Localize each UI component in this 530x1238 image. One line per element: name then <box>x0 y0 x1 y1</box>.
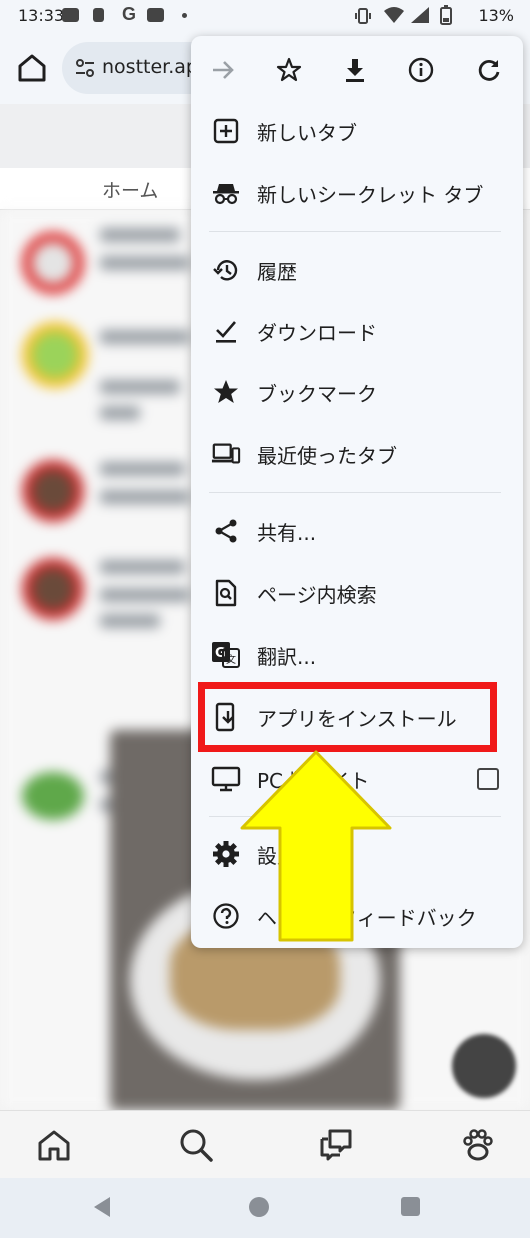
menu-divider <box>209 231 501 232</box>
compose-fab[interactable] <box>452 1034 516 1098</box>
post-text-placeholder <box>100 228 180 242</box>
post-text-placeholder <box>100 256 190 270</box>
signal-icon <box>411 7 429 23</box>
post-text-placeholder <box>100 406 140 420</box>
menu-item-translate[interactable]: G文 翻訳... <box>191 625 523 685</box>
url-text: nostter.ap <box>102 56 198 78</box>
home-circle-icon[interactable] <box>249 1197 269 1217</box>
battery-percent: 13% <box>478 6 514 25</box>
avatar <box>22 558 84 620</box>
vibrate-icon <box>355 8 371 24</box>
downloads-check-icon <box>211 316 241 346</box>
menu-item-bookmarks[interactable]: ブックマーク <box>191 362 523 422</box>
home-icon[interactable] <box>14 50 50 86</box>
avatar <box>22 322 88 388</box>
download-icon[interactable] <box>339 54 371 86</box>
post-text-placeholder <box>100 490 190 504</box>
home-icon[interactable] <box>34 1125 74 1165</box>
status-bar: 13:33 G 13% <box>0 0 530 32</box>
battery-icon <box>440 5 452 25</box>
menu-item-label: ダウンロード <box>257 321 377 345</box>
bookmark-star-icon[interactable] <box>273 54 305 86</box>
menu-item-label: ページ内検索 <box>257 583 377 607</box>
translate-icon: G文 <box>211 640 241 670</box>
incognito-icon <box>211 178 241 208</box>
svg-text:文: 文 <box>226 653 236 666</box>
phone-notification-icon <box>93 8 104 22</box>
search-icon[interactable] <box>176 1125 216 1165</box>
menu-item-label: 最近使ったタブ <box>257 444 397 468</box>
system-nav-bar <box>0 1178 530 1238</box>
recents-icon[interactable] <box>401 1197 420 1216</box>
menu-item-share[interactable]: 共有... <box>191 501 523 561</box>
menu-item-label: 新しいシークレット タブ <box>257 183 484 207</box>
avatar <box>22 460 84 522</box>
find-in-page-icon <box>211 578 241 608</box>
menu-top-bar <box>191 36 523 102</box>
menu-item-downloads[interactable]: ダウンロード <box>191 301 523 361</box>
menu-item-label: ブックマーク <box>257 382 377 406</box>
menu-divider <box>209 492 501 493</box>
avatar <box>22 232 84 294</box>
menu-item-new-tab[interactable]: 新しいタブ <box>191 101 523 161</box>
site-settings-icon[interactable] <box>74 58 96 78</box>
menu-item-label: 履歴 <box>257 260 297 284</box>
menu-item-find-in-page[interactable]: ページ内検索 <box>191 563 523 623</box>
new-tab-icon <box>211 116 241 146</box>
post-text-placeholder <box>100 614 160 628</box>
pointer-arrow-icon <box>240 750 392 942</box>
avatar <box>22 772 84 820</box>
google-notification-icon: G <box>122 4 137 24</box>
tab-home[interactable]: ホーム <box>102 176 158 203</box>
messages-icon[interactable] <box>316 1125 356 1165</box>
wifi-icon <box>384 7 404 23</box>
menu-item-new-incognito-tab[interactable]: 新しいシークレット タブ <box>191 163 523 223</box>
menu-item-label: 共有... <box>257 521 317 545</box>
forward-icon[interactable] <box>207 54 239 86</box>
menu-item-label: 新しいタブ <box>257 121 357 145</box>
post-text-placeholder <box>100 330 190 344</box>
menu-item-label: 翻訳... <box>257 645 317 669</box>
post-text-placeholder <box>100 380 180 394</box>
share-icon <box>211 516 241 546</box>
post-text-placeholder <box>100 588 190 602</box>
history-icon <box>211 255 241 285</box>
more-notifications-icon <box>182 13 187 18</box>
paw-icon[interactable] <box>458 1125 498 1165</box>
youtube-notification-icon <box>147 8 164 22</box>
youtube-notification-icon <box>62 8 79 22</box>
back-icon[interactable] <box>94 1197 110 1217</box>
desktop-site-checkbox[interactable] <box>477 768 499 790</box>
devices-icon <box>211 439 241 469</box>
reload-icon[interactable] <box>473 54 505 86</box>
menu-item-history[interactable]: 履歴 <box>191 240 523 300</box>
site-bottom-nav <box>0 1110 530 1178</box>
page-info-icon[interactable] <box>405 54 437 86</box>
highlight-box <box>198 682 497 752</box>
post-text-placeholder <box>100 560 185 574</box>
post-text-placeholder <box>100 462 185 476</box>
bookmarks-star-icon <box>211 377 241 407</box>
menu-item-recent-tabs[interactable]: 最近使ったタブ <box>191 424 523 484</box>
status-time: 13:33 <box>18 6 65 25</box>
